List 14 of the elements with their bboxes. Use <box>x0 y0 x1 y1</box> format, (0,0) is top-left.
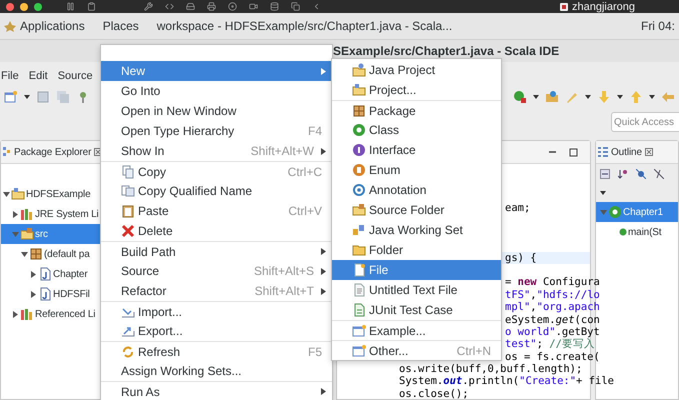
code-line: gs) { <box>505 252 537 264</box>
code-line: eam; <box>505 202 530 214</box>
code-line: os.write(buff,0,buff.length); <box>399 363 582 376</box>
code-line: eSystem.get(con <box>505 314 600 326</box>
code-line: tFS","hdfs://lo <box>505 288 600 301</box>
code-line: System.out.println("Create:"+ file <box>399 375 614 388</box>
code-line: os.close(); <box>399 388 469 400</box>
code-line: = new Configura <box>505 276 600 288</box>
code-line: o world".getByt <box>505 326 600 338</box>
user-name: zhangjiarong <box>572 0 635 12</box>
code-line: mpl","org.apach <box>505 301 600 314</box>
code-line: test"; //要写入 <box>505 338 595 350</box>
window-title: SExample/src/Chapter1.java - Scala IDE <box>333 44 560 58</box>
code-line: os = fs.create( <box>505 350 600 363</box>
